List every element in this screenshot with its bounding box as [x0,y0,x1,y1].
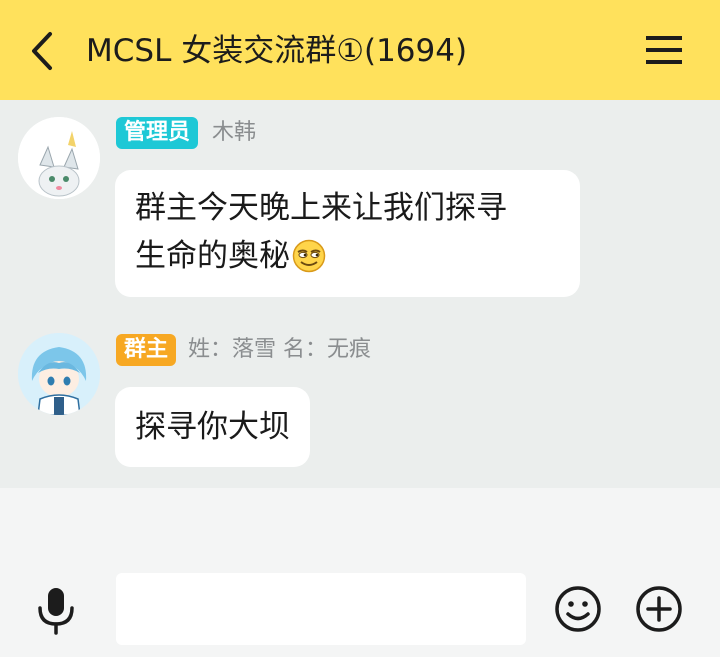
message-input[interactable] [116,573,526,645]
smiley-icon [555,586,601,632]
input-bar [0,488,720,657]
menu-button[interactable] [646,34,682,66]
avatar[interactable] [18,333,100,415]
message-bubble[interactable]: 探寻你大坝 [115,387,310,467]
microphone-icon [38,588,74,635]
chevron-left-icon [32,32,52,70]
message-text-line: 群主今天晚上来让我们探寻 [135,190,507,226]
role-badge-owner: 群主 [116,334,177,366]
role-badge-admin: 管理员 [116,117,199,149]
smirk-emoji-icon [292,239,326,273]
sender-name[interactable]: 木韩 [212,117,256,149]
message-bubble[interactable]: 群主今天晚上来让我们探寻 生命的奥秘 [115,170,580,297]
voice-button[interactable] [36,586,76,636]
sender-name[interactable]: 姓：落雪 名：无痕 [188,334,371,366]
back-button[interactable] [26,30,62,72]
more-button[interactable] [635,585,683,633]
message-text-line: 生命的奥秘 [135,238,290,274]
hamburger-menu-icon [646,36,682,64]
chat-title: MCSL 女装交流群①(1694) [86,33,468,69]
plus-circle-icon [636,586,682,632]
top-bar: MCSL 女装交流群①(1694) [0,0,720,100]
chat-area[interactable]: 管理员 木韩 群主今天晚上来让我们探寻 生命的奥秘 群主 姓：落雪 名：无痕 探… [0,100,720,488]
emoji-button[interactable] [554,585,602,633]
avatar[interactable] [18,117,100,199]
